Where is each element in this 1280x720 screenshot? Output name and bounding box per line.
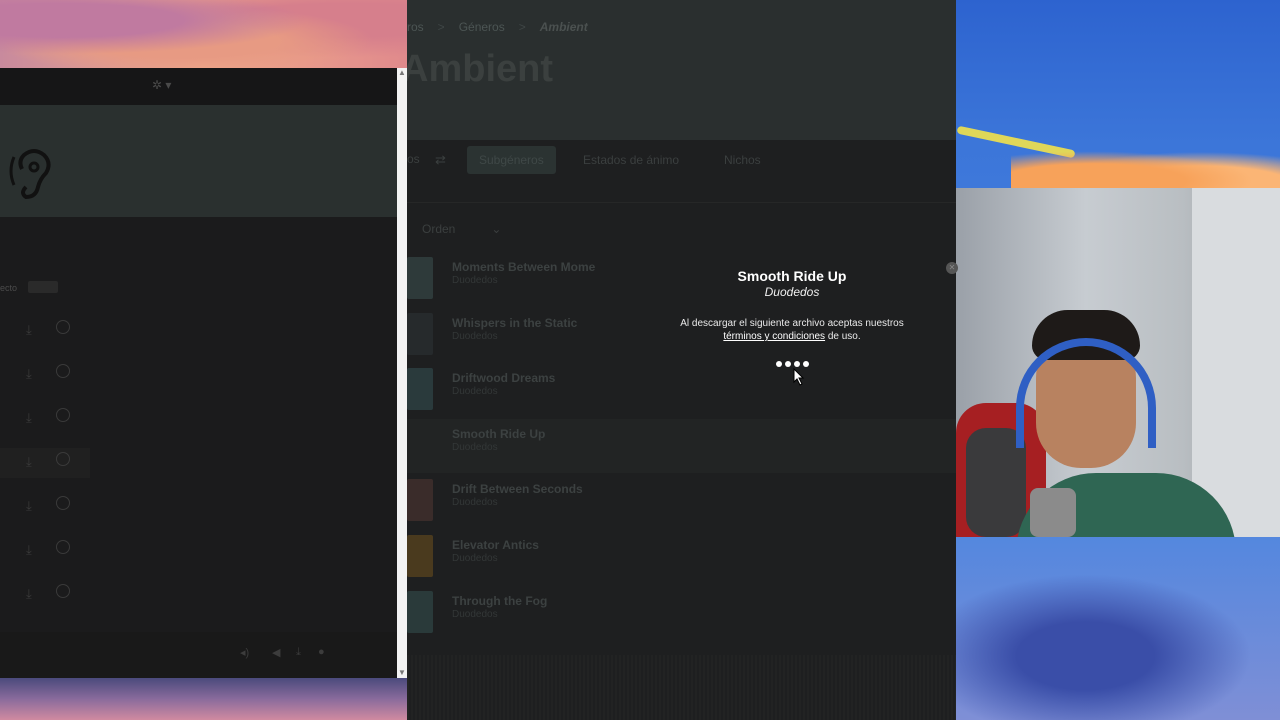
info-icon[interactable] (56, 364, 70, 378)
tab-subgeneros[interactable]: Subgéneros (467, 146, 556, 174)
track-artist[interactable]: Duodedos (452, 442, 498, 453)
list-row[interactable]: ⤓ (0, 360, 90, 390)
info-icon[interactable] (56, 320, 70, 334)
terms-text-before: Al descargar el siguiente archivo acepta… (680, 318, 904, 329)
header-panel (0, 105, 397, 217)
download-icon[interactable]: ⤓ (26, 498, 32, 514)
breadcrumb-separator: > (518, 20, 526, 34)
track-row[interactable]: Drift Between Seconds Duodedos (407, 474, 956, 528)
wallpaper-cloud (1011, 146, 1280, 190)
list-row[interactable]: ⤓ (0, 580, 90, 610)
terms-text-after: de uso. (825, 331, 861, 342)
download-icon[interactable]: ⤓ (296, 646, 301, 659)
record-icon[interactable]: ● (318, 646, 325, 658)
ear-logo-icon (9, 149, 51, 199)
info-icon[interactable] (56, 540, 70, 554)
webcam-background-wall (1192, 188, 1280, 537)
modal-artist: Duodedos (764, 285, 820, 299)
track-thumbnail[interactable] (407, 479, 433, 521)
track-title[interactable]: Moments Between Mome (452, 260, 595, 274)
list-row-selected[interactable]: ⤓ (0, 448, 90, 478)
download-icon[interactable]: ⤓ (26, 366, 32, 382)
webcam-overlay (956, 188, 1280, 537)
breadcrumb: ros > Géneros > Ambient (407, 20, 588, 34)
track-title[interactable]: Smooth Ride Up (452, 427, 545, 441)
breadcrumb-item[interactable]: Géneros (459, 20, 505, 34)
track-thumbnail[interactable] (407, 313, 433, 355)
download-icon[interactable]: ⤓ (26, 542, 32, 558)
track-title[interactable]: Through the Fog (452, 594, 547, 608)
left-app-window: ✲ ▾ ecto ⤓ ⤓ ⤓ ⤓ ⤓ ⤓ ⤓ ◂) ◀ ⤓ ● ▲ ▼ (0, 68, 407, 678)
modal-title: Smooth Ride Up (737, 268, 847, 284)
track-title[interactable]: Drift Between Seconds (452, 482, 583, 496)
scroll-down-arrow-icon[interactable]: ▼ (397, 668, 407, 678)
download-modal: Smooth Ride Up Duodedos Al descargar el … (676, 258, 908, 398)
genre-hero: ros > Géneros > Ambient Ambient (407, 0, 956, 140)
breadcrumb-partial[interactable]: ros (407, 20, 424, 34)
wallpaper-haze (956, 560, 1280, 720)
track-title[interactable]: Driftwood Dreams (452, 371, 555, 385)
chevron-down-icon: ⌄ (491, 222, 502, 236)
track-thumbnail[interactable] (407, 591, 433, 633)
track-row[interactable]: Through the Fog Duodedos (407, 586, 956, 640)
download-icon[interactable]: ⤓ (26, 586, 32, 602)
track-artist[interactable]: Duodedos (452, 275, 498, 286)
track-thumbnail[interactable] (407, 535, 433, 577)
track-artist[interactable]: Duodedos (452, 497, 498, 508)
mute-icon[interactable]: ◀ (272, 646, 280, 659)
list-row[interactable]: ⤓ (0, 536, 90, 566)
audio-player-bar: ◂) ◀ ⤓ ● (0, 632, 397, 678)
desktop-wallpaper-top (0, 0, 407, 68)
select-label: ecto (0, 283, 18, 293)
loading-spinner (676, 361, 908, 367)
loader-dot (793, 361, 800, 367)
waveform[interactable] (407, 655, 956, 720)
volume-icon[interactable]: ◂) (240, 646, 249, 659)
info-icon[interactable] (56, 452, 70, 466)
breadcrumb-current: Ambient (539, 20, 588, 34)
tabs-bar: os ⇄ Subgéneros Estados de ánimo Nichos (407, 140, 956, 203)
list-row[interactable]: ⤓ (0, 492, 90, 522)
list-row[interactable]: ⤓ (0, 404, 90, 434)
track-row[interactable]: Elevator Antics Duodedos (407, 530, 956, 584)
select-dropdown[interactable] (28, 281, 58, 293)
track-artist[interactable]: Duodedos (452, 553, 498, 564)
breadcrumb-separator: > (437, 20, 445, 34)
sort-dropdown[interactable]: Orden ⌄ (422, 222, 501, 236)
loader-dot (784, 361, 791, 367)
track-artist[interactable]: Duodedos (452, 609, 498, 620)
page-title: Ambient (407, 48, 553, 90)
window-titlebar: ✲ ▾ (0, 68, 397, 105)
download-icon[interactable]: ⤓ (26, 322, 32, 338)
list-row[interactable]: ⤓ (0, 316, 90, 346)
scroll-up-arrow-icon[interactable]: ▲ (397, 68, 407, 78)
download-icon[interactable]: ⤓ (26, 454, 32, 470)
download-icon[interactable]: ⤓ (26, 410, 32, 426)
track-artist[interactable]: Duodedos (452, 331, 498, 342)
tab-partial[interactable]: os (407, 152, 420, 166)
mouse-cursor-icon (793, 368, 805, 386)
sort-label: Orden (422, 222, 456, 236)
info-icon[interactable] (56, 408, 70, 422)
track-thumbnail[interactable] (407, 257, 433, 299)
track-title[interactable]: Whispers in the Static (452, 316, 577, 330)
modal-terms-text: Al descargar el siguiente archivo acepta… (676, 317, 908, 343)
info-icon[interactable] (56, 496, 70, 510)
track-title[interactable]: Elevator Antics (452, 538, 539, 552)
close-icon[interactable]: ✕ (946, 262, 958, 274)
track-thumbnail[interactable] (407, 368, 433, 410)
shuffle-icon[interactable]: ⇄ (435, 152, 446, 168)
terms-link[interactable]: términos y condiciones (723, 331, 825, 342)
loader-dot (775, 361, 782, 367)
info-icon[interactable] (56, 584, 70, 598)
webcam-microphone (1030, 488, 1076, 537)
tab-nichos[interactable]: Nichos (712, 146, 773, 174)
track-artist[interactable]: Duodedos (452, 386, 498, 397)
track-row[interactable]: Smooth Ride Up Duodedos (407, 419, 956, 473)
tab-estados-de-animo[interactable]: Estados de ánimo (571, 146, 691, 174)
titlebar-menu-icon[interactable]: ✲ ▾ (152, 78, 171, 92)
desktop-wallpaper-bottom (0, 678, 407, 720)
loader-dot (802, 361, 809, 367)
track-thumbnail[interactable] (407, 424, 433, 466)
